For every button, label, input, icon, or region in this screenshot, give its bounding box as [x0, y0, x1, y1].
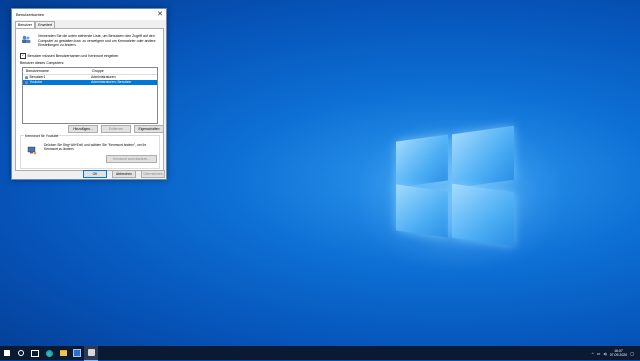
users-list-label: Benutzer dieses Computers:	[20, 61, 65, 65]
windows-start-icon[interactable]	[0, 346, 14, 360]
tab-benutzer[interactable]: Benutzer	[15, 21, 36, 28]
row-group: Administratoren; Benutzer	[91, 80, 132, 84]
dialog-title: Benutzerkonten	[16, 12, 45, 17]
require-password-checkbox[interactable]: ✓ Benutzer müssen Benutzernamen und Kenn…	[20, 53, 118, 59]
computer-key-icon	[27, 146, 37, 155]
windows-logo-wallpaper	[396, 125, 514, 247]
list-header: Benutzername Gruppe	[23, 68, 157, 75]
edge-icon[interactable]	[42, 346, 56, 360]
user-icon	[25, 81, 28, 84]
notification-icon[interactable]: ▢	[630, 351, 634, 356]
column-header-username[interactable]: Benutzername	[23, 68, 89, 74]
store-icon[interactable]	[70, 346, 84, 360]
users-panel: Verwenden Sie die unten stehende Liste, …	[15, 28, 164, 171]
row-username: Youtube	[29, 80, 43, 84]
password-help-text: Drücken Sie Strg+Alt+Entf, und wählen Si…	[44, 143, 147, 152]
cancel-button[interactable]: Abbrechen	[112, 170, 136, 178]
title-bar[interactable]: Benutzerkonten ✕	[12, 9, 166, 20]
clock[interactable]: 16:07 07.09.2020	[610, 349, 628, 358]
network-icon[interactable]: ▭	[597, 351, 601, 356]
dialog-footer: OK Abbrechen Übernehmen	[83, 170, 165, 178]
password-group-legend: Kennwort für Youtube	[24, 134, 60, 138]
file-explorer-icon[interactable]	[56, 346, 70, 360]
tab-erweitert[interactable]: Erweitert	[35, 21, 55, 28]
password-group: Kennwort für Youtube Drücken Sie Strg+Al…	[20, 134, 160, 169]
intro-text: Verwenden Sie die unten stehende Liste, …	[38, 34, 156, 47]
users-icon	[22, 35, 31, 43]
ok-button[interactable]: OK	[83, 170, 107, 178]
clock-time: 16:07	[614, 348, 623, 353]
add-button[interactable]: Hinzufügen...	[68, 125, 98, 133]
search-icon[interactable]	[14, 346, 28, 360]
taskbar: ^ ▭ ◂) 16:07 07.09.2020 ▢	[0, 345, 640, 361]
remove-button[interactable]: Entfernen	[101, 125, 131, 133]
chevron-up-icon[interactable]: ^	[592, 351, 594, 356]
volume-icon[interactable]: ◂)	[603, 351, 606, 356]
user-buttons: Hinzufügen... Entfernen Eigenschaften	[68, 125, 164, 133]
tab-strip: Benutzer Erweitert	[15, 21, 55, 28]
task-view-icon[interactable]	[28, 346, 42, 360]
properties-button[interactable]: Eigenschaften	[134, 125, 164, 133]
users-list[interactable]: Benutzername Gruppe Benutzer1 Administra…	[22, 67, 158, 124]
user-accounts-dialog: Benutzerkonten ✕ Benutzer Erweitert Verw…	[11, 8, 167, 180]
close-icon[interactable]: ✕	[157, 10, 163, 19]
system-tray: ^ ▭ ◂) 16:07 07.09.2020 ▢	[592, 346, 634, 360]
apply-button[interactable]: Übernehmen	[141, 170, 165, 178]
clock-date: 07.09.2020	[609, 353, 628, 357]
table-row-selected[interactable]: Youtube Administratoren; Benutzer	[23, 80, 157, 85]
reset-password-button[interactable]: Kennwort zurücksetzen...	[106, 155, 157, 163]
user-accounts-icon[interactable]	[84, 345, 98, 361]
column-header-group[interactable]: Gruppe	[89, 68, 157, 74]
user-icon	[25, 76, 28, 79]
checkbox-check-icon[interactable]: ✓	[20, 53, 26, 59]
checkbox-label: Benutzer müssen Benutzernamen und Kennwo…	[27, 53, 119, 58]
